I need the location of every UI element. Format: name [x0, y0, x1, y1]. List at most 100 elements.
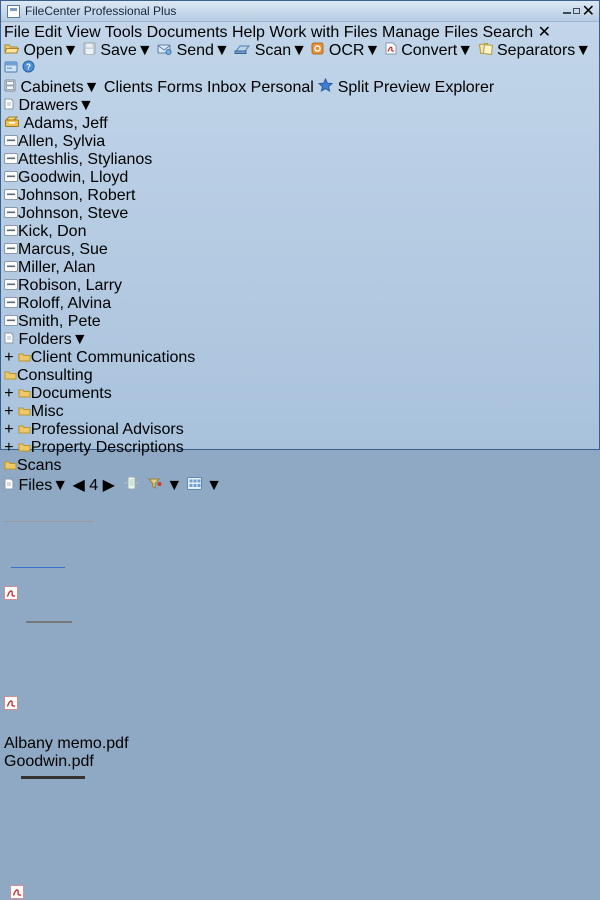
chevron-down-icon: ▼	[364, 42, 380, 59]
cabinets-bar: Cabinets▼ Clients Forms Inbox Personal S…	[4, 78, 596, 97]
drawer-item[interactable]: Goodwin, Lloyd	[4, 169, 596, 187]
files-header: Files▼ ◀ 4 ▶ ▼ ▼	[4, 475, 596, 495]
ocr-button[interactable]: OCR▼	[311, 42, 384, 59]
filter-icon[interactable]	[148, 477, 162, 494]
app-window: FileCenter Professional Plus ✕ File Edit…	[0, 0, 600, 450]
close-button[interactable]: ✕	[582, 1, 595, 21]
convert-button[interactable]: Convert▼	[385, 42, 478, 59]
drawer-item[interactable]: Johnson, Steve	[4, 205, 596, 223]
options-button[interactable]	[4, 60, 22, 77]
folders-header[interactable]: Folders▼	[4, 331, 596, 349]
drawer-item[interactable]: Kick, Don	[4, 223, 596, 241]
chevron-down-icon: ▼	[63, 42, 79, 59]
drawers-header[interactable]: Drawers▼	[4, 97, 596, 115]
split-toggle[interactable]: Split	[338, 79, 369, 96]
folder-item[interactable]: + Documents	[4, 385, 596, 403]
file-label[interactable]: Goodwin.pdf	[4, 753, 126, 771]
favorites-star-icon[interactable]	[318, 79, 333, 96]
minimize-button[interactable]	[563, 1, 571, 16]
folder-item[interactable]: Consulting	[4, 367, 596, 385]
menu-edit[interactable]: Edit	[34, 24, 62, 41]
pdf-icon	[10, 886, 24, 900]
files-header-label[interactable]: Files	[18, 477, 52, 494]
chevron-down-icon: ▼	[291, 42, 307, 59]
send-button[interactable]: Send▼	[157, 42, 234, 59]
cabinet-icon	[4, 79, 16, 96]
drawer-item-selected[interactable]: Adams, Jeff	[4, 115, 596, 133]
folder-icon	[4, 457, 17, 474]
drawer-icon	[4, 241, 18, 258]
explorer-toggle[interactable]: Explorer	[435, 79, 495, 96]
expand-icon[interactable]: +	[4, 403, 13, 420]
folder-icon	[4, 367, 17, 384]
separators-button[interactable]: Separators▼	[478, 42, 592, 59]
menu-view[interactable]: View	[66, 24, 100, 41]
drawer-icon	[4, 259, 18, 276]
folder-item[interactable]: + Property Descriptions	[4, 439, 596, 457]
tab-manage-files[interactable]: Manage Files	[382, 24, 478, 41]
expand-icon[interactable]: +	[4, 421, 13, 438]
folder-item[interactable]: + Professional Advisors	[4, 421, 596, 439]
file-thumbnail-goodwin[interactable]	[4, 617, 94, 735]
prev-page-icon[interactable]: ◀	[73, 477, 85, 494]
main-toolbar: Open▼ Save▼ Send▼ Scan▼ OCR▼ Convert▼	[4, 42, 596, 78]
next-page-icon[interactable]: ▶	[103, 477, 115, 494]
save-button[interactable]: Save▼	[83, 42, 157, 59]
drawer-item[interactable]: Roloff, Alvina	[4, 295, 596, 313]
cabinets-button[interactable]: Cabinets▼	[4, 79, 104, 96]
folder-item[interactable]: + Misc	[4, 403, 596, 421]
tab-close-icon[interactable]: ✕	[538, 24, 551, 41]
cabinet-tab-clients[interactable]: Clients	[104, 79, 153, 96]
separators-icon	[478, 42, 493, 59]
drawer-item[interactable]: Robison, Larry	[4, 277, 596, 295]
menu-file[interactable]: File	[4, 24, 30, 41]
chevron-down-icon[interactable]: ▼	[206, 477, 222, 494]
minimize-icon	[563, 12, 571, 14]
drawer-item[interactable]: Marcus, Sue	[4, 241, 596, 259]
drawer-icon	[4, 169, 18, 186]
expand-icon[interactable]: +	[4, 439, 13, 456]
drawer-icon	[4, 133, 18, 150]
chevron-down-icon: ▼	[72, 331, 88, 348]
tab-search[interactable]: Search	[482, 24, 533, 41]
expand-icon[interactable]: +	[4, 385, 13, 402]
open-button[interactable]: Open▼	[4, 42, 83, 59]
drawer-item[interactable]: Miller, Alan	[4, 259, 596, 277]
file-thumbnail-albany-memo[interactable]	[4, 497, 94, 615]
menu-tools[interactable]: Tools	[105, 24, 142, 41]
folder-icon	[18, 349, 31, 366]
file-label[interactable]: Albany memo.pdf	[4, 735, 134, 753]
menu-documents[interactable]: Documents	[147, 24, 228, 41]
folder-icon	[18, 439, 31, 456]
scan-button[interactable]: Scan▼	[234, 42, 311, 59]
mode-tabs: Work with Files Manage Files Search ✕	[269, 24, 551, 41]
tab-work-with-files[interactable]: Work with Files	[269, 24, 377, 41]
expand-icon[interactable]: +	[4, 349, 13, 366]
help-button[interactable]: ?	[22, 60, 35, 77]
menu-help[interactable]: Help	[232, 24, 265, 41]
chevron-down-icon[interactable]: ▼	[166, 477, 182, 494]
maximize-icon	[573, 8, 580, 14]
cabinet-tab-personal[interactable]: Personal	[251, 79, 314, 96]
file-thumbnail-hermes-contract[interactable]	[4, 771, 102, 893]
drawer-item[interactable]: Atteshlis, Stylianos	[4, 151, 596, 169]
chevron-down-icon: ▼	[78, 97, 94, 114]
drawer-item[interactable]: Allen, Sylvia	[4, 133, 596, 151]
cabinet-tab-forms[interactable]: Forms	[157, 79, 202, 96]
title-bar: FileCenter Professional Plus ✕	[1, 1, 599, 22]
preview-toggle[interactable]: Preview	[373, 79, 430, 96]
cabinet-tab-inbox[interactable]: Inbox	[207, 79, 246, 96]
grid-view-icon[interactable]	[187, 477, 202, 494]
folder-icon	[18, 385, 31, 402]
page-number-box[interactable]: 4	[89, 477, 98, 494]
chevron-down-icon: ▼	[84, 79, 100, 96]
folder-item[interactable]: + Client Communications	[4, 349, 596, 367]
app-frame: File Edit View Tools Documents Help Work…	[4, 22, 596, 900]
maximize-button[interactable]	[573, 1, 580, 16]
device-icon[interactable]	[123, 477, 139, 494]
drawer-item[interactable]: Smith, Pete	[4, 313, 596, 331]
drawer-item[interactable]: Johnson, Robert	[4, 187, 596, 205]
chevron-down-icon: ▼	[137, 42, 153, 59]
folder-item-selected[interactable]: Scans	[4, 457, 596, 475]
drawer-icon	[4, 277, 18, 294]
